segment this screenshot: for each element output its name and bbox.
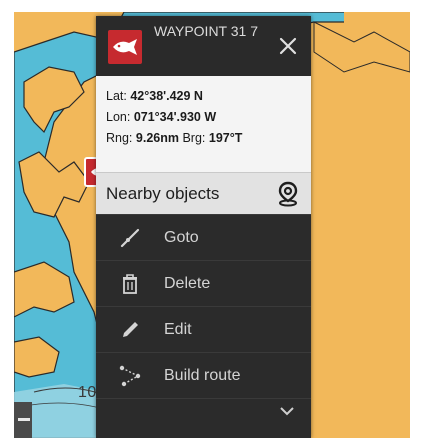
sidebar-toggle[interactable]: [14, 402, 32, 438]
goto-icon: [118, 226, 142, 250]
panel-header: WAYPOINT 31 7: [96, 16, 311, 76]
menu-item-label: Delete: [164, 274, 211, 292]
trash-icon: [118, 272, 142, 296]
range-bearing-row: Rng: 9.26nm Brg: 197°T: [106, 131, 243, 145]
more-options-button[interactable]: [96, 398, 311, 429]
waypoint-context-menu: WAYPOINT 31 7 Lat: 42°38'.429 N Lon: 071…: [96, 16, 311, 438]
close-button[interactable]: [275, 33, 301, 59]
location-pin-icon: [278, 181, 298, 207]
waypoint-title: WAYPOINT 31 7: [154, 23, 258, 39]
menu-item-goto[interactable]: Goto: [96, 214, 311, 260]
menu-item-edit[interactable]: Edit: [96, 306, 311, 352]
position-info: Lat: 42°38'.429 N Lon: 071°34'.930 W Rng…: [96, 76, 311, 172]
menu-item-label: Edit: [164, 320, 192, 338]
latitude-value: 42°38'.429 N: [130, 89, 203, 103]
range-value: 9.26nm: [135, 131, 179, 145]
longitude-value: 071°34'.930 W: [133, 110, 217, 124]
menu-item-delete[interactable]: Delete: [96, 260, 311, 306]
fish-icon: [108, 30, 142, 64]
bearing-value: 197°T: [208, 131, 243, 145]
menu-item-label: Build route: [164, 366, 241, 384]
nearby-objects-button[interactable]: Nearby objects: [96, 172, 311, 214]
menu-item-build-route[interactable]: Build route: [96, 352, 311, 398]
chevron-down-icon: [280, 407, 294, 416]
route-icon: [118, 364, 142, 388]
pencil-icon: [118, 318, 142, 342]
close-icon: [279, 37, 297, 55]
menu-item-label: Goto: [164, 228, 199, 246]
latitude-row: Lat: 42°38'.429 N: [106, 89, 203, 103]
nearby-objects-label: Nearby objects: [106, 183, 220, 203]
longitude-row: Lon: 071°34'.930 W: [106, 110, 217, 124]
